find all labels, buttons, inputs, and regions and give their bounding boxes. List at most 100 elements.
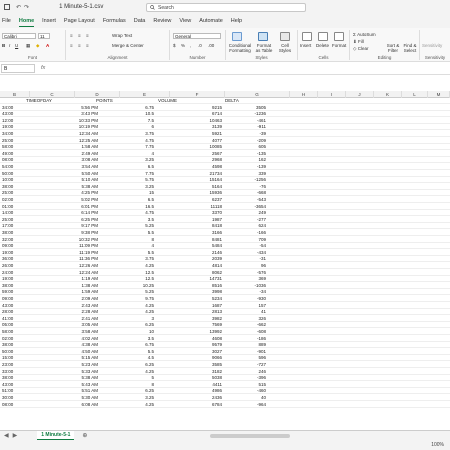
cell-delta[interactable]: -901 (230, 349, 266, 355)
cell-timeofday[interactable]: 3:43 PM (60, 111, 98, 117)
cell-points[interactable]: 3.25 (114, 395, 154, 401)
cell-volume[interactable]: 2813 (180, 309, 222, 315)
cell-timeofday[interactable]: 9:38 PM (60, 230, 98, 236)
cell-points[interactable]: 6.25 (114, 322, 154, 328)
cell-points[interactable]: 7.75 (114, 144, 154, 150)
cell-points[interactable]: 5.5 (114, 230, 154, 236)
cell-delta[interactable]: -76 (230, 184, 266, 190)
cell-timeofday[interactable]: 4:38 AM (60, 342, 98, 348)
cell-timeofday[interactable]: 10:33 PM (60, 118, 98, 124)
cell-timeofday[interactable]: 4:25 PM (60, 190, 98, 196)
cell-time[interactable]: 01:00 (2, 204, 28, 210)
cell-delta[interactable]: 889 (230, 342, 266, 348)
cell-time[interactable]: 09:00 (2, 243, 28, 249)
cell-timeofday[interactable]: 3:54 AM (60, 164, 98, 170)
cell-timeofday[interactable]: 5:38 AM (60, 184, 98, 190)
tab-insert[interactable]: Insert (42, 16, 56, 26)
cell-volume[interactable]: 9579 (180, 342, 222, 348)
cell-points[interactable]: 8 (114, 237, 154, 243)
cell-timeofday[interactable]: 10:32 PM (60, 237, 98, 243)
cell-timeofday[interactable]: 5:56 PM (60, 105, 98, 111)
cell-points[interactable]: 16.5 (114, 204, 154, 210)
cell-volume[interactable]: 5234 (180, 296, 222, 302)
cell-delta[interactable]: 624 (230, 223, 266, 229)
cell-delta[interactable]: 605 (230, 144, 266, 150)
cell-volume[interactable]: 3585 (180, 362, 222, 368)
cell-points[interactable]: 4.25 (114, 263, 154, 269)
cell-volume[interactable]: 15164 (180, 177, 222, 183)
cell-delta[interactable]: -1036 (230, 283, 266, 289)
cell-volume[interactable]: 5038 (180, 375, 222, 381)
cell-time[interactable]: 02:00 (2, 336, 28, 342)
cell-volume[interactable]: 6714 (180, 111, 222, 117)
cell-time[interactable]: 25:00 (2, 138, 28, 144)
cell-points[interactable]: 5.25 (114, 223, 154, 229)
tab-automate[interactable]: Automate (199, 16, 223, 26)
cell-delta[interactable]: 40 (230, 395, 266, 401)
align-right-icon[interactable]: ≡ (86, 43, 89, 48)
cell-delta[interactable]: -54 (230, 243, 266, 249)
sheet-tab[interactable]: 1 Minute-5-1 (37, 431, 75, 440)
cell-delta[interactable]: -608 (230, 329, 266, 335)
tab-file[interactable]: File (2, 16, 11, 26)
cell-points[interactable]: 3 (114, 316, 154, 322)
cell-timeofday[interactable]: 2:41 AM (60, 316, 98, 322)
borders-icon[interactable]: ▦ (26, 43, 30, 48)
cell-timeofday[interactable]: 12:26 AM (60, 263, 98, 269)
cell-volume[interactable]: 3370 (180, 210, 222, 216)
cell-volume[interactable]: 10463 (180, 118, 222, 124)
column-header-b[interactable]: B (0, 91, 30, 98)
cell-volume[interactable]: 6784 (180, 402, 222, 408)
cell-delta[interactable]: -3654 (230, 204, 266, 210)
cell-delta[interactable]: -135 (230, 151, 266, 157)
cell-points[interactable]: 7.5 (114, 118, 154, 124)
cell-timeofday[interactable]: 6:01 PM (60, 204, 98, 210)
tab-page-layout[interactable]: Page Layout (64, 16, 95, 26)
cell-timeofday[interactable]: 5:10 AM (60, 177, 98, 183)
cell-time[interactable]: 26:00 (2, 263, 28, 269)
cell-points[interactable]: 5 (114, 375, 154, 381)
formula-input[interactable] (51, 64, 431, 73)
cell-time[interactable]: 38:00 (2, 230, 28, 236)
previous-sheet-icon[interactable]: ◀ (4, 432, 9, 439)
cell-delta[interactable]: 162 (230, 157, 266, 163)
column-header-m[interactable]: M (428, 91, 450, 98)
cell-points[interactable]: 3.5 (114, 217, 154, 223)
cell-delta[interactable]: 246 (230, 369, 266, 375)
next-sheet-icon[interactable]: ▶ (13, 432, 18, 439)
cell-time[interactable]: 23:00 (2, 362, 28, 368)
cell-points[interactable]: 5.75 (114, 177, 154, 183)
cell-points[interactable]: 6.5 (114, 164, 154, 170)
cell-delta[interactable]: 515 (230, 382, 266, 388)
cell-time[interactable]: 25:00 (2, 190, 28, 196)
undo-icon[interactable]: ↶ (16, 4, 21, 11)
cell-volume[interactable]: 3166 (180, 230, 222, 236)
cell-points[interactable]: 12.5 (114, 270, 154, 276)
cell-delta[interactable]: 709 (230, 237, 266, 243)
align-left-icon[interactable]: ≡ (70, 43, 73, 48)
cell-volume[interactable]: 9066 (180, 355, 222, 361)
cell-volume[interactable]: 10085 (180, 144, 222, 150)
cell-time[interactable]: 43:00 (2, 382, 28, 388)
conditional-formatting-icon[interactable] (232, 32, 242, 41)
cell-delta[interactable]: -911 (230, 124, 266, 130)
cell-volume[interactable]: 4077 (180, 138, 222, 144)
cell-volume[interactable]: 9215 (180, 105, 222, 111)
cell-timeofday[interactable]: 2:09 AM (60, 296, 98, 302)
cell-time[interactable]: 51:00 (2, 388, 28, 394)
cell-delta[interactable]: 96 (230, 263, 266, 269)
cell-timeofday[interactable]: 1:59 AM (60, 289, 98, 295)
cell-styles-button[interactable]: Cell Styles (276, 43, 294, 53)
cell-time[interactable]: 36:00 (2, 256, 28, 262)
cell-delta[interactable]: 596 (230, 355, 266, 361)
column-header-l[interactable]: L (402, 91, 428, 98)
tab-help[interactable]: Help (231, 16, 242, 26)
cell-time[interactable]: 38:00 (2, 184, 28, 190)
cell-time[interactable]: 09:00 (2, 296, 28, 302)
cell-points[interactable]: 10.5 (114, 111, 154, 117)
delete-button[interactable]: Delete (316, 43, 329, 48)
cell-timeofday[interactable]: 5:23 AM (60, 362, 98, 368)
cell-timeofday[interactable]: 6:25 PM (60, 217, 98, 223)
cell-time[interactable]: 19:00 (2, 250, 28, 256)
fill-button[interactable]: ⬇ Fill (353, 39, 364, 44)
